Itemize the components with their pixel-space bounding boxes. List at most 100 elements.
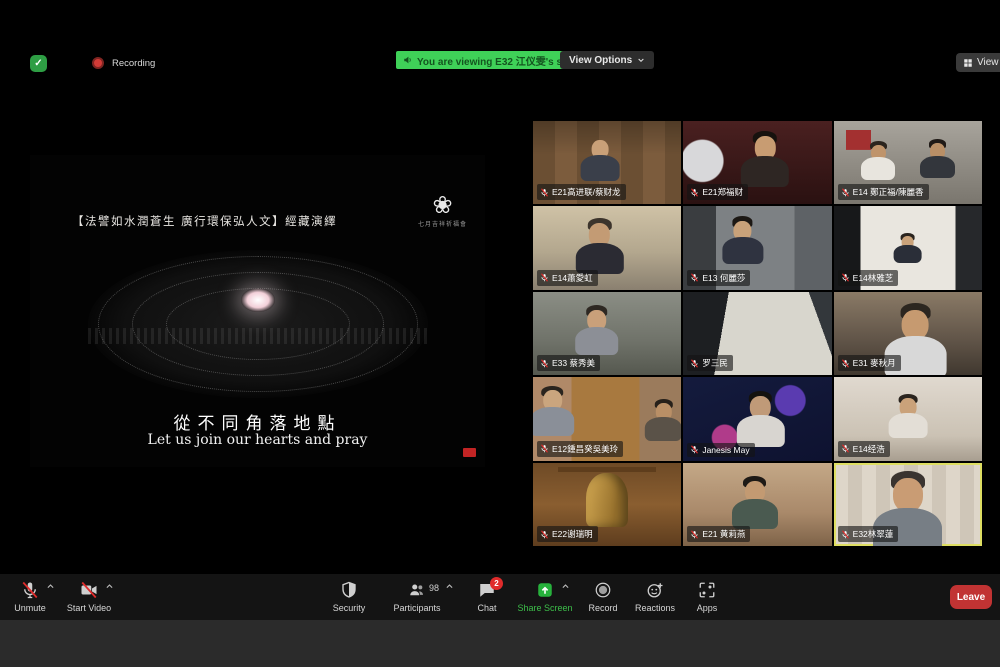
participant-person: [735, 391, 785, 447]
participant-name-label: E22谢瑞明: [537, 526, 598, 542]
participant-tile[interactable]: E21郑福财: [683, 121, 831, 204]
mic-muted-icon: [841, 530, 850, 539]
participant-tile[interactable]: Janesis May: [683, 377, 831, 460]
participant-name: E13 何麗莎: [702, 272, 745, 284]
apps-icon: [698, 580, 716, 600]
mic-muted-icon: [540, 273, 549, 282]
participant-name-label: E32林翠蓮: [838, 526, 899, 542]
lotus-icon: ❀: [418, 195, 467, 217]
participant-person: [731, 476, 779, 529]
chevron-up-icon[interactable]: [105, 582, 114, 591]
participant-tile[interactable]: E13 何麗莎: [683, 206, 831, 289]
mic-muted-icon: [690, 188, 699, 197]
participant-tile[interactable]: E31 麥秋月: [834, 292, 982, 375]
participant-name-label: E31 麥秋月: [838, 355, 901, 371]
toolbar-button-participants[interactable]: 98 Participants: [383, 580, 451, 613]
participant-tile[interactable]: E32林翠蓮: [834, 463, 982, 546]
participant-person: [644, 399, 681, 441]
shield-icon: [340, 580, 358, 600]
participant-tile[interactable]: E14经浩: [834, 377, 982, 460]
participant-person: [893, 233, 922, 263]
mic-muted-icon: [540, 188, 549, 197]
participant-name-label: E12鍾昌癸吳美玲: [537, 441, 623, 457]
meeting-toolbar: UnmuteStart VideoSecurity98Participants2…: [0, 574, 1000, 620]
video-muted-icon: [80, 580, 98, 600]
ceremony-title: 【法譬如水潤蒼生 廣行環保弘人文】經藏演繹: [72, 213, 337, 229]
toolbar-button-apps[interactable]: Apps: [673, 580, 741, 613]
participant-person: [740, 131, 790, 187]
participant-person: [574, 305, 620, 355]
participant-tile[interactable]: 罗三民: [683, 292, 831, 375]
participants-count: 98: [429, 583, 439, 593]
grid-view-icon: [963, 58, 973, 68]
participant-name-label: E33 蔡秀美: [537, 355, 600, 371]
participant-person: [575, 218, 625, 274]
mic-muted-icon: [540, 359, 549, 368]
participant-name-label: E21 黄莉燕: [687, 526, 750, 542]
recording-label: Recording: [112, 58, 155, 69]
participant-tile[interactable]: E14蕭愛虹: [533, 206, 681, 289]
view-options-button[interactable]: View Options: [560, 51, 654, 69]
participant-name: E31 麥秋月: [853, 357, 896, 369]
participant-name: 罗三民: [702, 357, 728, 369]
participant-tile[interactable]: E12鍾昌癸吳美玲: [533, 377, 681, 460]
unmute-options-chevron[interactable]: [46, 582, 55, 593]
toolbar-button-label: Security: [333, 603, 366, 613]
participant-name-label: E21高进联/蔡财龙: [537, 184, 626, 200]
toolbar-button-label: Start Video: [67, 603, 111, 613]
participant-name: E33 蔡秀美: [552, 357, 595, 369]
participant-tile[interactable]: E21高进联/蔡财龙: [533, 121, 681, 204]
zoom-meeting-window: ✓ Recording You are viewing E32 江仪雯's sc…: [0, 0, 1000, 667]
toolbar-button-label: Apps: [697, 603, 718, 613]
chat-icon: 2: [478, 580, 496, 600]
ceremony-arena: [88, 250, 428, 398]
participant-name: E12鍾昌癸吳美玲: [552, 443, 618, 455]
participant-person: [919, 139, 955, 178]
participant-name-label: E14经浩: [838, 441, 890, 457]
speaker-icon: [403, 55, 413, 65]
participant-name-label: E21郑福财: [687, 184, 748, 200]
recording-indicator[interactable]: Recording: [92, 57, 155, 69]
view-options-label: View Options: [569, 55, 632, 66]
share-icon: [536, 580, 554, 600]
participant-name: E14林雅芝: [853, 272, 894, 284]
participants-icon: [408, 580, 426, 600]
toolbar-button-security[interactable]: Security: [315, 580, 383, 613]
participant-tile[interactable]: E21 黄莉燕: [683, 463, 831, 546]
view-button[interactable]: View: [956, 53, 1000, 72]
shared-screen-video: 【法譬如水潤蒼生 廣行環保弘人文】經藏演繹 ❀ 七月吉祥祈福會 從不同角落地點 …: [30, 155, 485, 467]
participant-name: E14 鄭正福/陳麗香: [853, 186, 924, 198]
lotus-centerpiece: [241, 288, 275, 312]
participant-tile[interactable]: E14 鄭正福/陳麗香: [834, 121, 982, 204]
mic-muted-icon: [690, 273, 699, 282]
participant-name: E32林翠蓮: [853, 528, 894, 540]
view-button-label: View: [977, 57, 999, 68]
participant-name: E14蕭愛虹: [552, 272, 593, 284]
participant-tile[interactable]: E33 蔡秀美: [533, 292, 681, 375]
recording-dot-icon: [92, 57, 104, 69]
start-video-options-chevron[interactable]: [105, 582, 114, 593]
toolbar-button-label: Share Screen: [517, 603, 572, 613]
mic-muted-icon: [540, 530, 549, 539]
leave-button[interactable]: Leave: [950, 585, 992, 609]
reactions-icon: [646, 580, 664, 600]
participant-tile[interactable]: E22谢瑞明: [533, 463, 681, 546]
participant-name: Janesis May: [702, 445, 749, 455]
participant-person: [860, 141, 896, 180]
temple-bell: [586, 473, 628, 527]
participant-person: [887, 394, 928, 439]
toolbar-button-label: Participants: [393, 603, 440, 613]
chevron-up-icon[interactable]: [46, 582, 55, 591]
toolbar-button-start-video[interactable]: Start Video: [55, 580, 123, 613]
chevron-down-icon: [637, 56, 645, 64]
mic-muted-icon: [690, 445, 699, 454]
participant-name: E21 黄莉燕: [702, 528, 745, 540]
participant-name-label: E14 鄭正福/陳麗香: [838, 184, 929, 200]
toolbar-button-label: Reactions: [635, 603, 675, 613]
mic-muted-icon: [841, 359, 850, 368]
mic-muted-icon: [690, 359, 699, 368]
broadcast-logo: [463, 448, 476, 457]
record-icon: [594, 580, 612, 600]
event-logo-text: 七月吉祥祈福會: [418, 219, 467, 228]
participant-tile[interactable]: E14林雅芝: [834, 206, 982, 289]
